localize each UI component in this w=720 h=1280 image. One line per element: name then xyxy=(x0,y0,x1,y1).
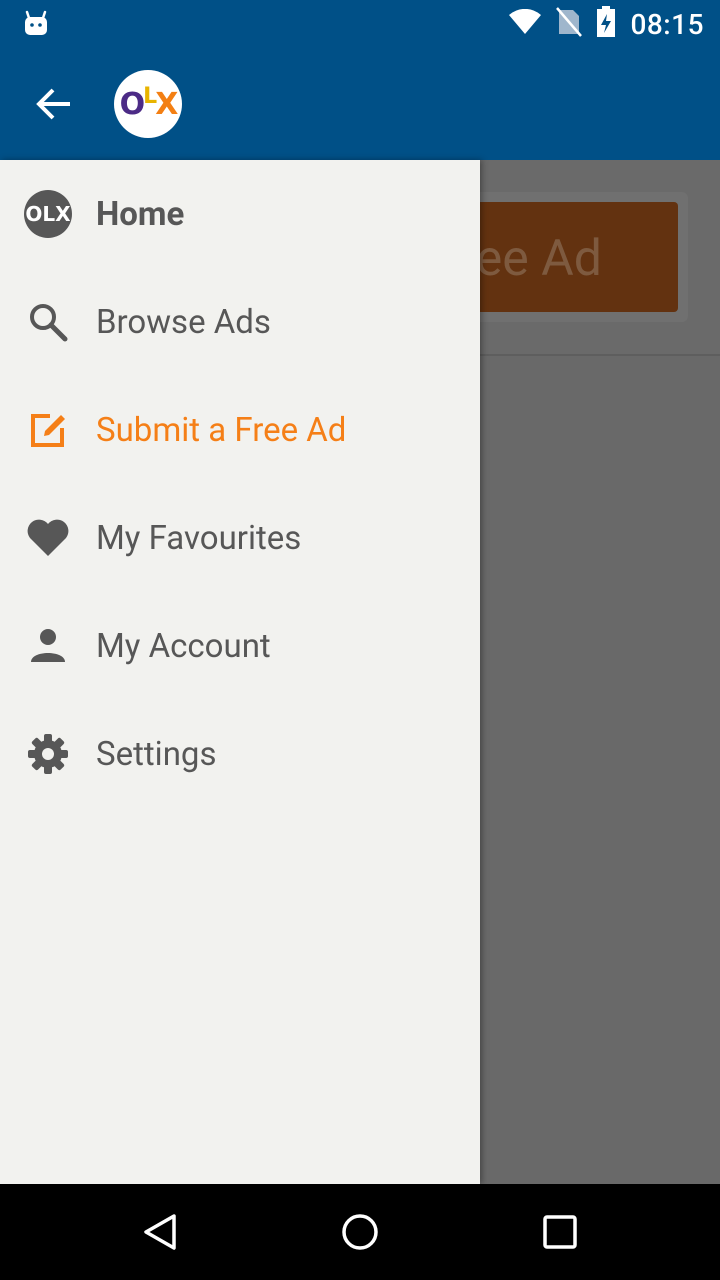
submit-ad-button-label: Submit a Free Ad xyxy=(470,230,602,288)
drawer-item-account[interactable]: My Account xyxy=(0,592,480,700)
logo-letter-o: O xyxy=(119,86,145,122)
drawer-item-label: My Favourites xyxy=(96,518,302,558)
drawer-item-label: Browse Ads xyxy=(96,302,271,342)
no-sim-icon xyxy=(556,7,583,41)
battery-charging-icon xyxy=(596,6,616,42)
drawer-item-submit-ad[interactable]: Submit a Free Ad xyxy=(0,376,480,484)
scrim[interactable] xyxy=(480,356,720,1184)
olx-home-icon: OLX xyxy=(24,190,72,238)
back-triangle-icon[interactable] xyxy=(140,1212,180,1252)
recents-square-icon[interactable] xyxy=(540,1212,580,1252)
logo-letter-l: L xyxy=(143,83,157,109)
gear-icon xyxy=(24,730,72,778)
heart-icon xyxy=(24,514,72,562)
android-icon xyxy=(24,10,48,40)
drawer-item-browse-ads[interactable]: Browse Ads xyxy=(0,268,480,376)
drawer-item-label: Submit a Free Ad xyxy=(96,410,347,450)
status-icons: 08:15 xyxy=(508,6,704,42)
search-icon xyxy=(24,298,72,346)
olx-logo[interactable]: O L X xyxy=(114,70,182,138)
drawer-item-settings[interactable]: Settings xyxy=(0,700,480,808)
navigation-drawer: OLX Home Browse Ads Submit a Free Ad My … xyxy=(0,160,480,1184)
person-icon xyxy=(24,622,72,670)
logo-letter-x: X xyxy=(155,86,178,122)
back-arrow-icon[interactable] xyxy=(34,86,74,122)
wifi-icon xyxy=(508,8,542,39)
system-navigation-bar xyxy=(0,1184,720,1280)
status-bar: 08:15 xyxy=(0,0,720,48)
drawer-item-label: Home xyxy=(96,194,185,234)
drawer-item-label: My Account xyxy=(96,626,271,666)
home-circle-icon[interactable] xyxy=(340,1212,380,1252)
app-bar: O L X xyxy=(0,48,720,160)
svg-text:OLX: OLX xyxy=(25,202,71,226)
clock: 08:15 xyxy=(630,7,704,41)
drawer-item-home[interactable]: OLX Home xyxy=(0,160,480,268)
drawer-item-favourites[interactable]: My Favourites xyxy=(0,484,480,592)
submit-ad-button: Submit a Free Ad xyxy=(470,202,678,312)
drawer-item-label: Settings xyxy=(96,734,217,774)
edit-icon xyxy=(24,406,72,454)
